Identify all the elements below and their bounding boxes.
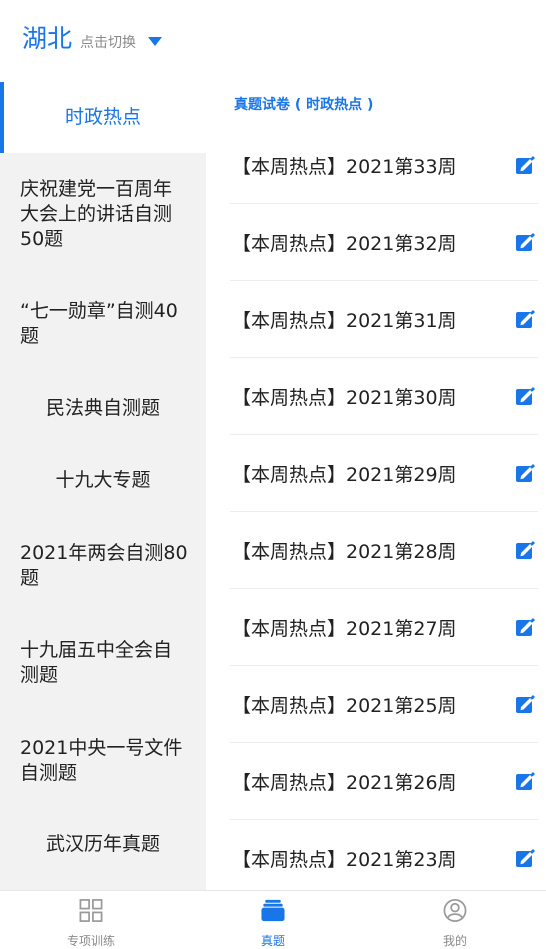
sidebar-item-label: 庆祝建党一百周年大会上的讲话自测50题 (20, 177, 173, 250)
paper-row[interactable]: 【本周热点】2021第31周 (230, 281, 538, 358)
sidebar-item-19th-congress[interactable]: 十九大专题 (0, 444, 206, 517)
caret-down-icon (148, 37, 163, 46)
sidebar-item-party-centenary[interactable]: 庆祝建党一百周年大会上的讲话自测50题 (0, 153, 206, 275)
paper-row[interactable]: 【本周热点】2021第30周 (230, 358, 538, 435)
edit-icon[interactable] (514, 154, 536, 176)
papers-icon (261, 899, 285, 922)
sidebar-item-label: 2021年两会自测80题 (20, 541, 188, 589)
sidebar-item-fifth-plenum[interactable]: 十九届五中全会自测题 (0, 614, 206, 712)
tab-label: 我的 (442, 934, 467, 948)
header: 湖北 点击切换 (0, 0, 546, 82)
paper-row[interactable]: 【本周热点】2021第23周 (230, 820, 538, 897)
edit-icon[interactable] (514, 385, 536, 407)
user-icon (443, 899, 467, 922)
sidebar-item-civil-code[interactable]: 民法典自测题 (0, 372, 206, 444)
paper-title: 【本周热点】2021第32周 (232, 232, 457, 255)
tab-label: 真题 (260, 934, 285, 948)
sidebar-item-label: 十九届五中全会自测题 (20, 639, 173, 686)
paper-title: 【本周热点】2021第26周 (232, 771, 457, 794)
sidebar-item-two-sessions[interactable]: 2021年两会自测80题 (0, 517, 206, 614)
paper-row[interactable]: 【本周热点】2021第27周 (230, 589, 538, 666)
paper-title: 【本周热点】2021第23周 (232, 848, 457, 871)
paper-title: 【本周热点】2021第27周 (232, 617, 457, 640)
sidebar-item-label: 2021中央一号文件自测题 (20, 736, 183, 784)
paper-row[interactable]: 【本周热点】2021第29周 (230, 435, 538, 512)
sidebar-item-current-affairs[interactable]: 时政热点 (0, 82, 206, 153)
paper-list-panel: 真题试卷 ( 时政热点 ) 【本周热点】2021第33周 【本周热点】2021第… (206, 82, 546, 897)
tab-special-training[interactable]: 专项训练 (0, 891, 182, 949)
section-title: 真题试卷 ( 时政热点 ) (234, 97, 374, 113)
paper-title: 【本周热点】2021第29周 (232, 463, 457, 486)
paper-row[interactable]: 【本周热点】2021第25周 (230, 666, 538, 743)
paper-row[interactable]: 【本周热点】2021第26周 (230, 743, 538, 820)
edit-icon[interactable] (514, 308, 536, 330)
edit-icon[interactable] (514, 231, 536, 253)
sidebar-item-label: 时政热点 (64, 106, 141, 128)
sidebar-item-label: 武汉历年真题 (45, 833, 160, 855)
edit-icon[interactable] (514, 770, 536, 792)
paper-row[interactable]: 【本周热点】2021第33周 (230, 127, 538, 204)
paper-title: 【本周热点】2021第33周 (232, 155, 457, 178)
paper-row[interactable]: 【本周热点】2021第28周 (230, 512, 538, 589)
sidebar-item-label: “七一勋章”自测40题 (20, 299, 178, 347)
region-name: 湖北 (22, 24, 73, 53)
tab-real-papers[interactable]: 真题 (182, 891, 364, 949)
edit-icon[interactable] (514, 539, 536, 561)
tab-label: 专项训练 (66, 934, 115, 948)
tab-mine[interactable]: 我的 (364, 891, 546, 949)
edit-icon[interactable] (514, 693, 536, 715)
edit-icon[interactable] (514, 462, 536, 484)
paper-title: 【本周热点】2021第30周 (232, 386, 457, 409)
region-switcher[interactable]: 湖北 点击切换 (22, 22, 163, 56)
edit-icon[interactable] (514, 847, 536, 869)
region-hint: 点击切换 (80, 35, 137, 51)
edit-icon[interactable] (514, 616, 536, 638)
sidebar-item-no1-document[interactable]: 2021中央一号文件自测题 (0, 712, 206, 809)
bottom-tab-bar: 专项训练 真题 我的 (0, 890, 546, 949)
sidebar-item-label: 民法典自测题 (45, 396, 160, 419)
paper-title: 【本周热点】2021第31周 (232, 309, 457, 332)
paper-title: 【本周热点】2021第25周 (232, 694, 457, 717)
paper-title: 【本周热点】2021第28周 (232, 540, 457, 563)
sidebar-item-wuhan-past-papers[interactable]: 武汉历年真题 (0, 809, 206, 880)
sidebar-item-july-first-medal[interactable]: “七一勋章”自测40题 (0, 275, 206, 372)
sidebar-item-label: 十九大专题 (55, 469, 151, 491)
paper-row[interactable]: 【本周热点】2021第32周 (230, 204, 538, 281)
grid-icon (79, 899, 103, 922)
category-sidebar: 时政热点 庆祝建党一百周年大会上的讲话自测50题 “七一勋章”自测40题 民法典… (0, 82, 206, 890)
